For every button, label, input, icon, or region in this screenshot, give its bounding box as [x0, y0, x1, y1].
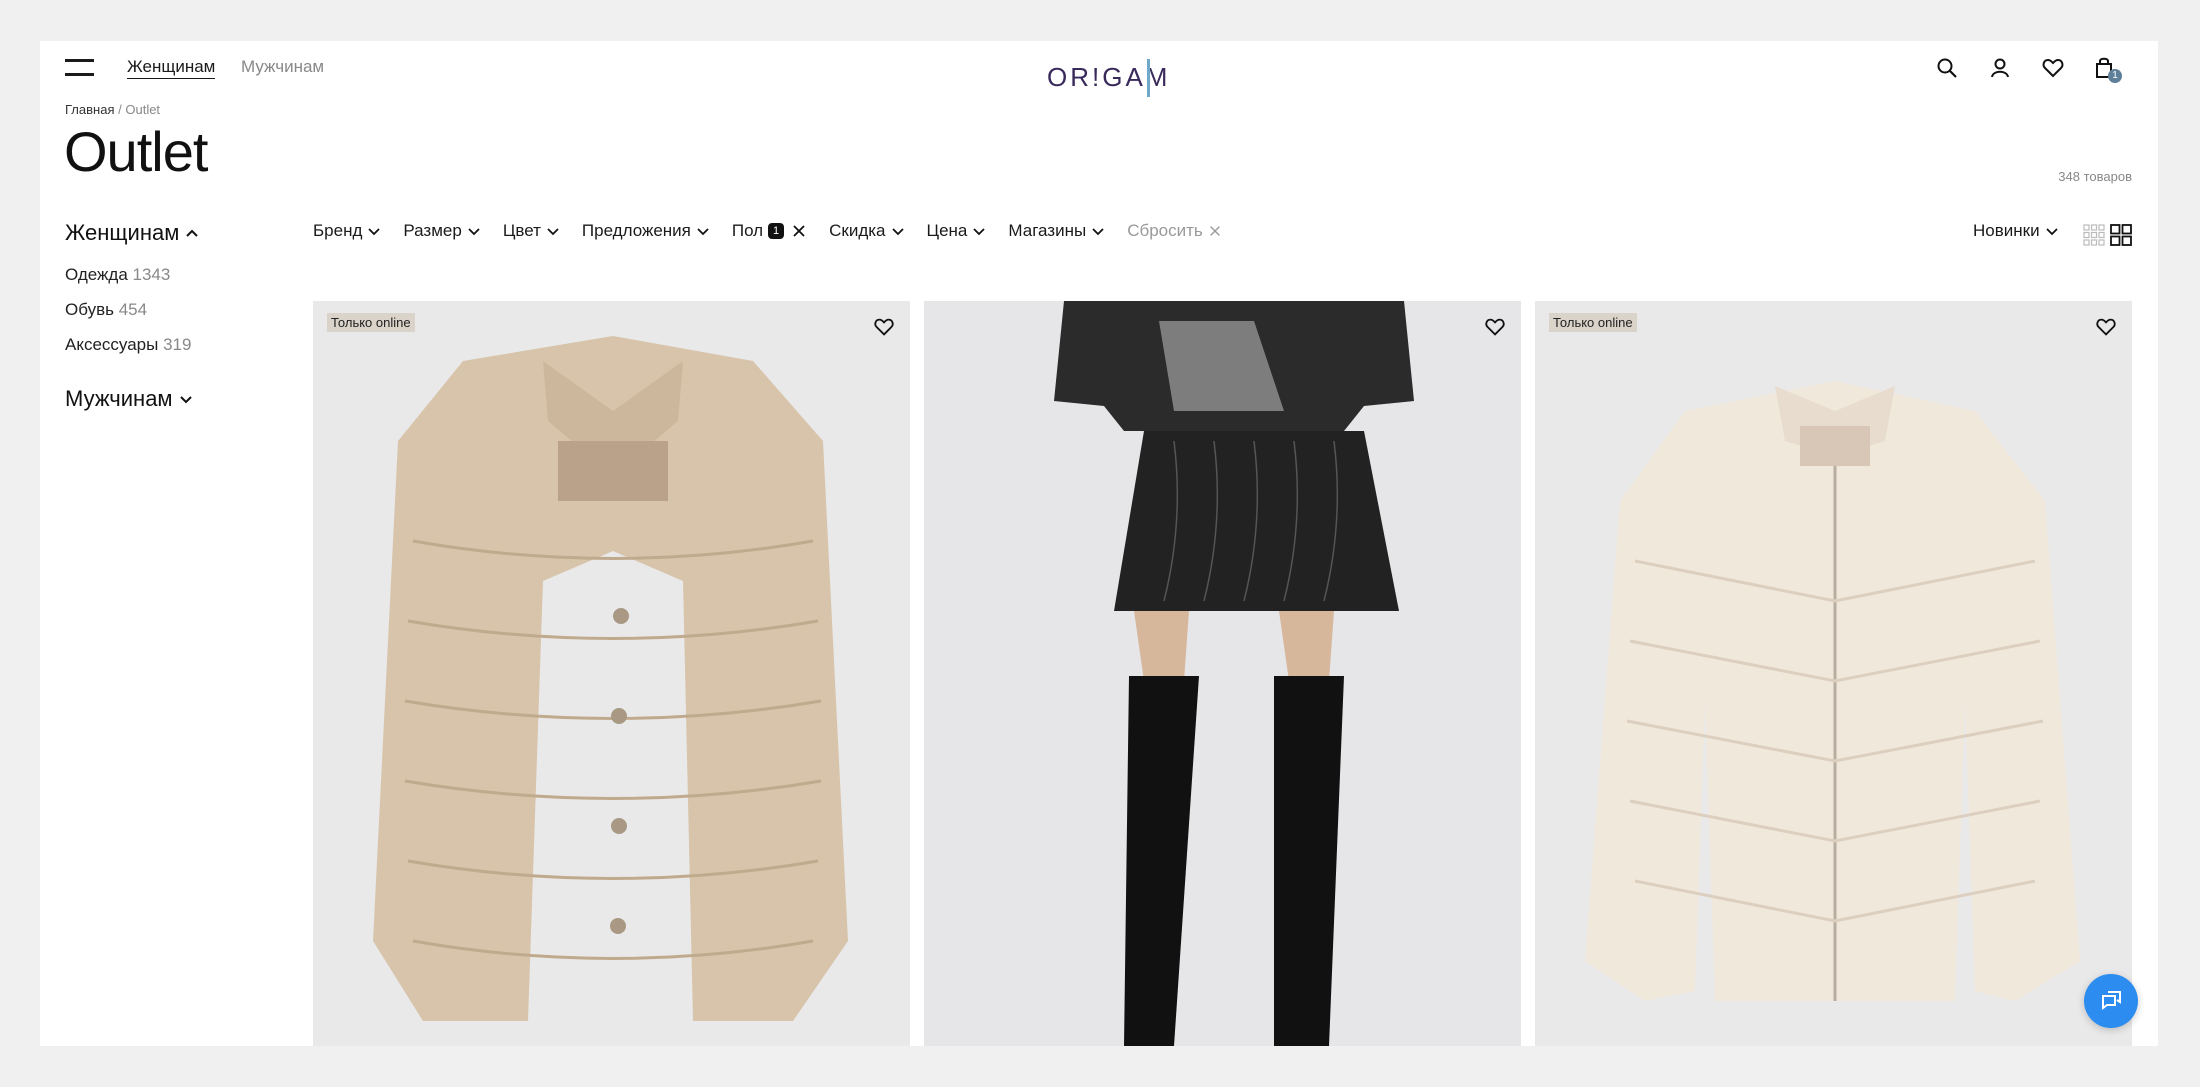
filter-bar: Бренд Размер Цвет Предложения Пол 1 Скид… [313, 221, 1244, 241]
sidebar-item-accessories[interactable]: Аксессуары 319 [65, 335, 191, 355]
filter-brand[interactable]: Бренд [313, 221, 381, 241]
filter-label: Размер [403, 221, 462, 240]
nav-women[interactable]: Женщинам [127, 57, 216, 79]
online-only-tag: Только online [327, 313, 415, 332]
breadcrumb: Главная / Outlet [65, 102, 160, 117]
filter-price[interactable]: Цена [927, 221, 987, 241]
filter-offers[interactable]: Предложения [582, 221, 710, 241]
product-card[interactable]: Только online [1535, 301, 2132, 1046]
sidebar-women-label: Женщинам [65, 220, 180, 245]
user-icon[interactable] [1987, 55, 2013, 81]
sidebar-item-label: Одежда [65, 265, 128, 284]
filter-label: Цвет [502, 221, 541, 240]
product-image [313, 301, 910, 1046]
page: Женщинам Мужчинам OR!GAM 1 Главная / Out… [40, 41, 2158, 1046]
logo[interactable]: OR!GAM [1047, 51, 1167, 99]
chevron-down-icon [1092, 228, 1104, 236]
sort-select[interactable]: Новинки [1973, 221, 2059, 241]
product-image [1535, 301, 2132, 1046]
chevron-down-icon [179, 396, 192, 404]
filter-discount[interactable]: Скидка [829, 221, 904, 241]
chevron-up-icon [186, 229, 199, 237]
filter-gender[interactable]: Пол 1 [732, 221, 807, 241]
nav-men[interactable]: Мужчинам [241, 57, 324, 77]
chevron-down-icon [2045, 228, 2058, 236]
sidebar-item-clothing[interactable]: Одежда 1343 [65, 265, 170, 285]
chat-icon [2102, 991, 2121, 1010]
search-icon[interactable] [1934, 55, 1960, 81]
chat-button[interactable] [2084, 974, 2138, 1028]
grid-large-icon[interactable] [2110, 224, 2132, 246]
grid-small-icon[interactable] [2083, 224, 2105, 246]
breadcrumb-current: Outlet [125, 102, 161, 117]
product-image [924, 301, 1521, 1046]
sidebar-item-shoes[interactable]: Обувь 454 [65, 300, 147, 320]
filter-reset-button[interactable]: Сбросить [1127, 221, 1222, 241]
filter-reset-label: Сбросить [1127, 221, 1203, 240]
product-count: 348 товаров [2058, 169, 2132, 184]
sidebar-item-label: Аксессуары [65, 335, 159, 354]
sidebar-item-count: 454 [118, 300, 148, 319]
sort-label: Новинки [1973, 221, 2040, 240]
filter-stores[interactable]: Магазины [1008, 221, 1105, 241]
sidebar-item-count: 1343 [132, 265, 171, 284]
chevron-down-icon [891, 228, 904, 236]
cart-icon[interactable]: 1 [2092, 55, 2122, 83]
favorite-heart-icon[interactable] [1483, 315, 1507, 339]
breadcrumb-separator: / [118, 102, 122, 117]
chevron-down-icon [697, 228, 709, 236]
chevron-down-icon [547, 228, 559, 236]
filter-size[interactable]: Размер [403, 221, 480, 241]
chevron-down-icon [368, 228, 381, 236]
online-only-tag: Только online [1549, 313, 1637, 332]
page-title: Outlet [64, 120, 208, 183]
product-card[interactable] [924, 301, 1521, 1046]
filter-label: Скидка [829, 221, 886, 240]
filter-color[interactable]: Цвет [503, 221, 560, 241]
filter-label: Предложения [581, 221, 691, 240]
close-icon[interactable] [791, 223, 807, 239]
breadcrumb-home[interactable]: Главная [65, 102, 114, 117]
sidebar-men-label: Мужчинам [65, 386, 173, 411]
filter-label: Пол [731, 221, 764, 240]
logo-text: OR!GAM [1047, 62, 1171, 92]
favorite-heart-icon[interactable] [872, 315, 896, 339]
favorite-heart-icon[interactable] [2094, 315, 2118, 339]
filter-label: Магазины [1008, 221, 1087, 240]
sidebar-item-label: Обувь [65, 300, 114, 319]
filter-count-badge: 1 [768, 223, 785, 239]
sidebar-men-heading[interactable]: Мужчинам [65, 386, 193, 412]
sidebar-women-heading[interactable]: Женщинам [65, 220, 199, 246]
filter-label: Цена [926, 221, 968, 240]
menu-icon[interactable] [65, 59, 94, 79]
product-card[interactable]: Только online [313, 301, 910, 1046]
sidebar-item-count: 319 [163, 335, 192, 354]
filter-label: Бренд [313, 221, 363, 240]
close-icon [1209, 226, 1220, 236]
cart-count-badge: 1 [2108, 69, 2122, 83]
chevron-down-icon [973, 228, 986, 236]
chevron-down-icon [468, 228, 480, 236]
logo-bar [1147, 59, 1150, 97]
heart-icon[interactable] [2040, 55, 2066, 81]
